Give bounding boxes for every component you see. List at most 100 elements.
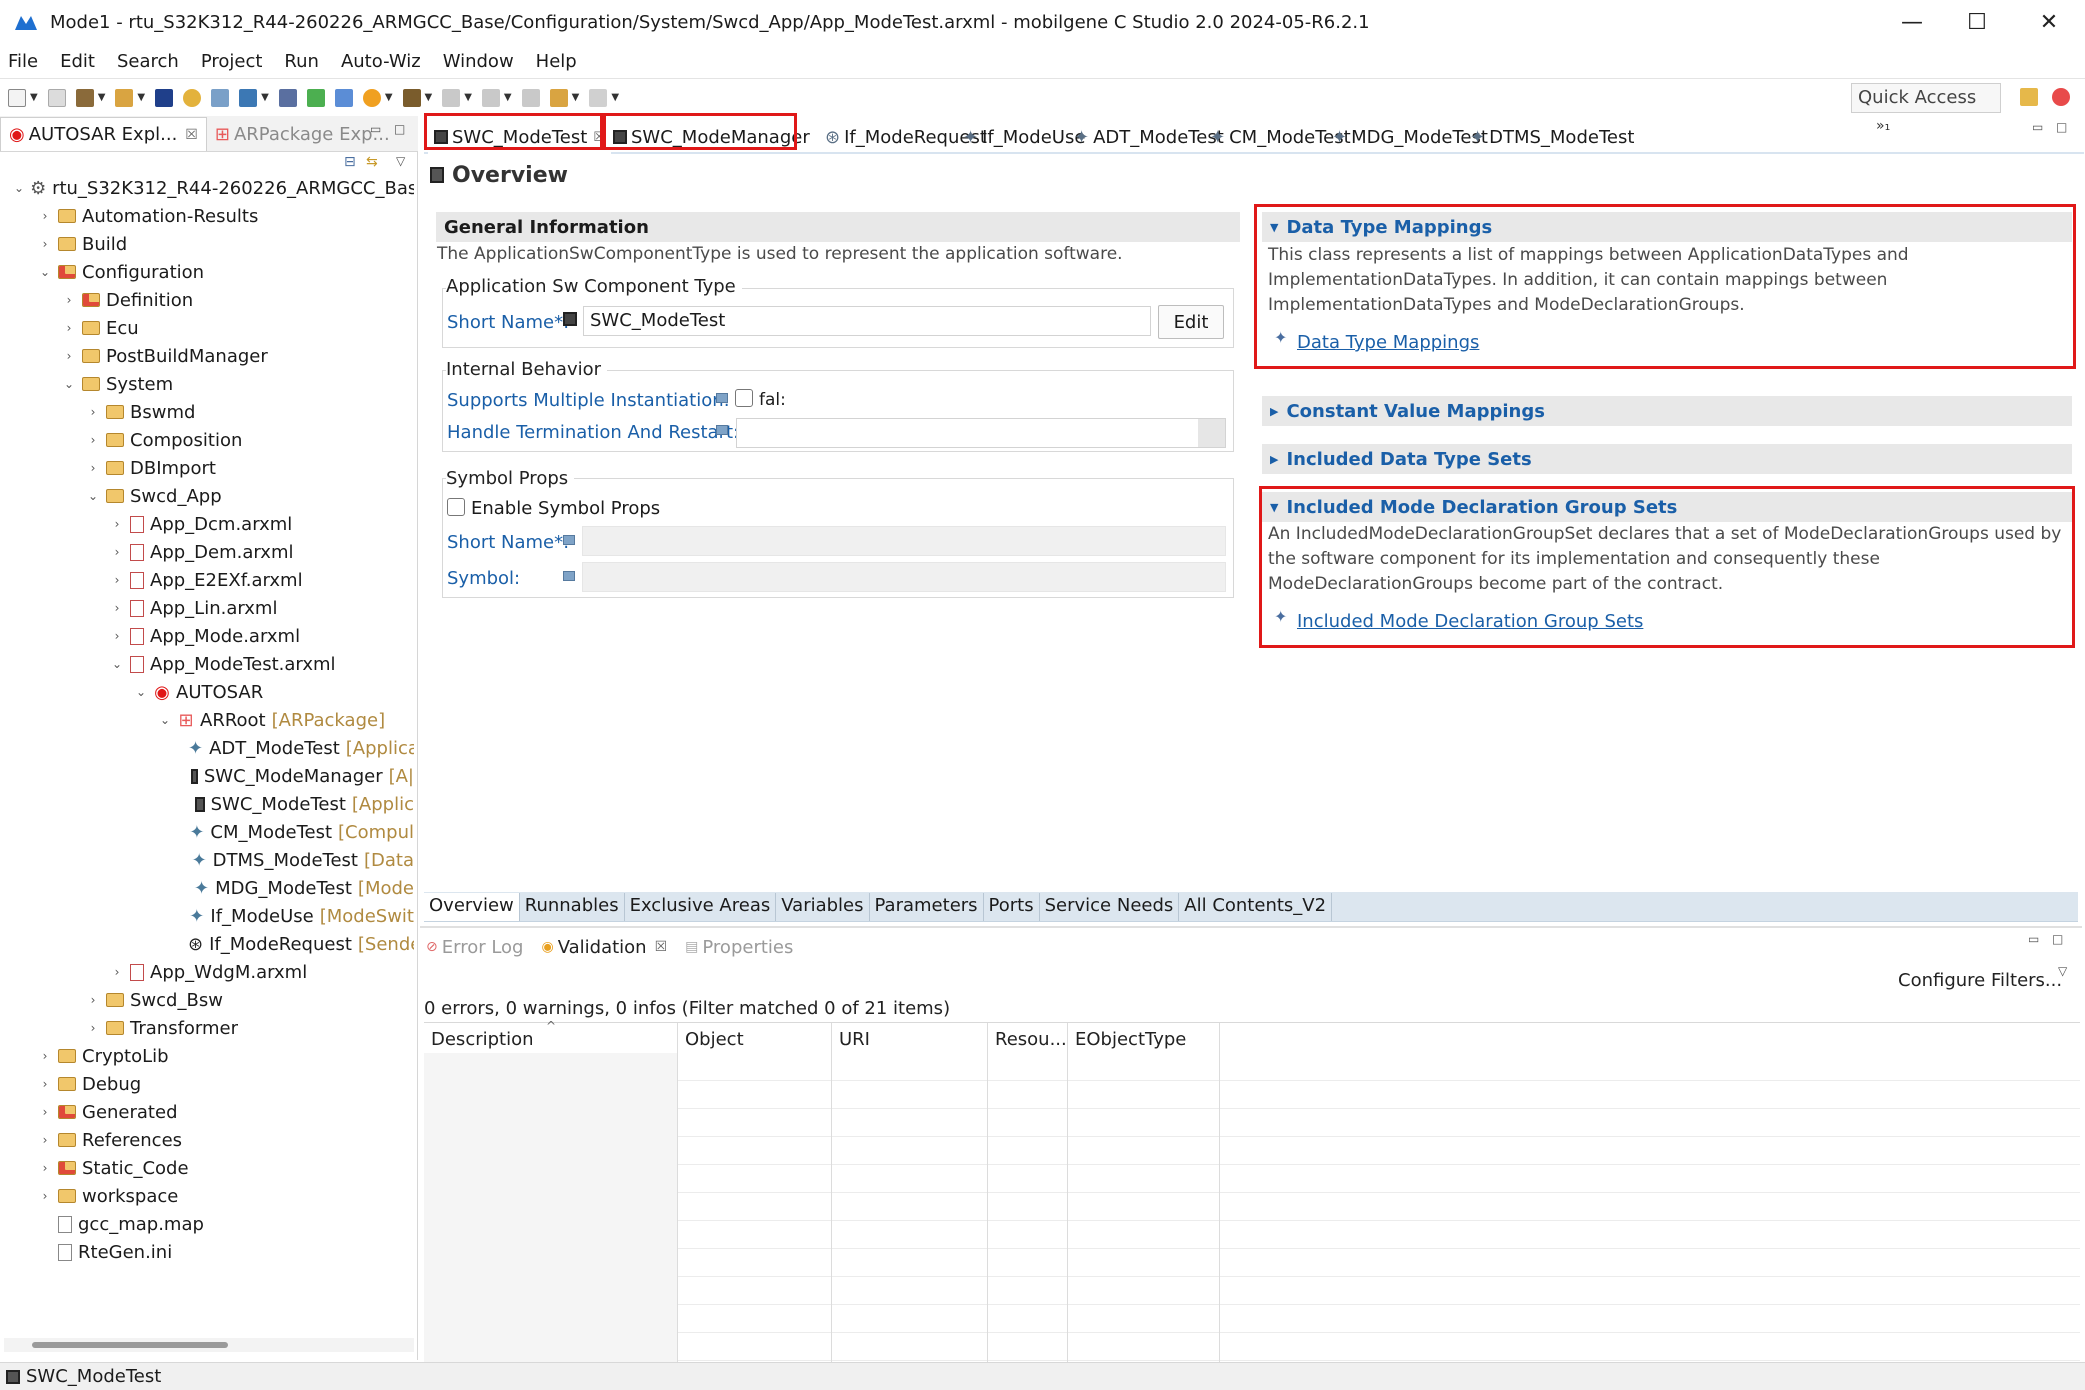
page-tab-parameters[interactable]: Parameters: [870, 893, 984, 921]
collapse-arrow-icon[interactable]: ⌄: [110, 657, 124, 671]
page-tab-exclusive-areas[interactable]: Exclusive Areas: [625, 893, 777, 921]
build-icon[interactable]: [75, 88, 94, 107]
perspective-icon[interactable]: [2020, 88, 2038, 106]
tree-item[interactable]: › Generated: [38, 1098, 178, 1126]
run-dropdown-icon[interactable]: ▼: [385, 92, 393, 103]
tree-item[interactable]: › App_E2EXf.arxml: [110, 566, 303, 594]
configure-filters-button[interactable]: Configure Filters...: [1898, 970, 2062, 991]
tree-item[interactable]: › App_Lin.arxml: [110, 594, 278, 622]
tree-item[interactable]: ⌄ App_ModeTest.arxml: [110, 650, 336, 678]
generate-icon[interactable]: [211, 88, 230, 107]
menu-help[interactable]: Help: [536, 51, 577, 72]
editor-tab-dtms-modetest[interactable]: ✦ DTMS_ModeTest: [1464, 120, 1640, 154]
tree-item[interactable]: › Bswmd: [86, 398, 196, 426]
tree-item[interactable]: RteGen.ini: [38, 1238, 172, 1266]
tree-item[interactable]: › Composition: [86, 426, 243, 454]
view-menu-icon[interactable]: ▽: [2058, 964, 2067, 978]
dropdown-button[interactable]: [1198, 419, 1225, 447]
next-annotation-icon[interactable]: [442, 88, 461, 107]
autosar-perspective-icon[interactable]: [2052, 88, 2070, 106]
tree-item[interactable]: ⌄ ⚙ rtu_S32K312_R44-260226_ARMGCC_Base: [14, 174, 414, 202]
close-tab-icon[interactable]: ☒: [655, 939, 668, 955]
page-tab-variables[interactable]: Variables: [776, 893, 870, 921]
expand-arrow-icon[interactable]: ›: [110, 517, 124, 531]
panel-maximize-icon[interactable]: □: [2052, 932, 2063, 946]
edit-button[interactable]: Edit: [1158, 305, 1224, 339]
collapse-arrow-icon[interactable]: ⌄: [62, 377, 76, 391]
collapse-arrow-icon[interactable]: ⌄: [158, 713, 172, 727]
collapse-arrow-icon[interactable]: ⌄: [134, 685, 148, 699]
tree-item[interactable]: ⌄ Swcd_App: [86, 482, 222, 510]
column-header-resou[interactable]: Resou...: [995, 1029, 1067, 1050]
expand-arrow-icon[interactable]: ›: [86, 433, 100, 447]
tree-item[interactable]: › workspace: [38, 1182, 179, 1210]
expand-arrow-icon[interactable]: ›: [86, 1021, 100, 1035]
expand-arrow-icon[interactable]: ›: [110, 629, 124, 643]
tree-item[interactable]: ⌄ ◉ AUTOSAR: [134, 678, 263, 706]
back-dropdown-icon[interactable]: ▼: [572, 92, 580, 103]
tree-item[interactable]: ✦ ADT_ModeTest [Applica: [182, 734, 414, 762]
build-dropdown-icon[interactable]: ▼: [98, 92, 106, 103]
forward-icon[interactable]: [589, 88, 608, 107]
tree-item[interactable]: › PostBuildManager: [62, 342, 268, 370]
tree-item[interactable]: › App_Dcm.arxml: [110, 510, 293, 538]
short-name-input[interactable]: SWC_ModeTest: [583, 306, 1151, 336]
minimize-button[interactable]: —: [1877, 0, 1947, 44]
minimize-view-icon[interactable]: ▭: [370, 122, 381, 136]
back-icon[interactable]: [549, 88, 568, 107]
prev-annotation-dropdown-icon[interactable]: ▼: [504, 92, 512, 103]
data-type-mappings-header[interactable]: ▼ Data Type Mappings: [1262, 212, 2072, 242]
expand-arrow-icon[interactable]: ›: [86, 993, 100, 1007]
horizontal-scrollbar[interactable]: [4, 1338, 414, 1352]
link-with-editor-icon[interactable]: ⇆: [366, 154, 378, 170]
new-icon[interactable]: [8, 88, 26, 107]
save-icon[interactable]: [47, 88, 66, 107]
included-mode-declaration-group-sets-header[interactable]: ▼ Included Mode Declaration Group Sets: [1262, 492, 2072, 522]
page-tab-all-contents-v2[interactable]: All Contents_V2: [1179, 893, 1333, 921]
menu-edit[interactable]: Edit: [60, 51, 95, 72]
expand-arrow-icon[interactable]: ›: [38, 1133, 52, 1147]
tree-item[interactable]: SWC_ModeManager [A|: [182, 762, 414, 790]
tree-item[interactable]: › App_Mode.arxml: [110, 622, 300, 650]
tab-validation[interactable]: ◉ Validation ☒: [541, 937, 667, 958]
tree-item[interactable]: ⊛If_ModeRequest[Sende: [182, 930, 414, 958]
tree-item[interactable]: › Transformer: [86, 1014, 238, 1042]
expand-arrow-icon[interactable]: ›: [110, 965, 124, 979]
symbol-short-name-input[interactable]: [582, 526, 1226, 556]
tree-item[interactable]: ✦ If_ModeUse [ModeSwit: [182, 902, 414, 930]
expand-arrow-icon[interactable]: ›: [62, 321, 76, 335]
tree-item[interactable]: ✦ CM_ModeTest [Compul: [182, 818, 414, 846]
more-tabs-icon[interactable]: »₁: [1876, 118, 1890, 134]
expand-arrow-icon[interactable]: ›: [110, 601, 124, 615]
column-header-eobjecttype[interactable]: EObjectType: [1075, 1029, 1186, 1050]
editor-tab-swc-modetest[interactable]: SWC_ModeTest ☒: [428, 120, 611, 154]
column-header-description[interactable]: Description: [431, 1029, 534, 1050]
tree-item[interactable]: gcc_map.map: [38, 1210, 204, 1238]
run-icon[interactable]: [362, 88, 381, 107]
expand-arrow-icon[interactable]: ›: [38, 1049, 52, 1063]
import-icon[interactable]: [239, 88, 258, 107]
tree-item[interactable]: SWC_ModeTest [Applic: [182, 790, 414, 818]
constant-value-mappings-header[interactable]: ▶ Constant Value Mappings: [1262, 396, 2072, 426]
included-data-type-sets-header[interactable]: ▶ Included Data Type Sets: [1262, 444, 2072, 474]
maximize-view-icon[interactable]: □: [394, 122, 405, 136]
collapse-all-icon[interactable]: ⊟: [344, 154, 356, 170]
quick-access-input[interactable]: Quick Access: [1851, 83, 2001, 113]
compare-icon[interactable]: [278, 88, 297, 107]
tree-item[interactable]: › Build: [38, 230, 128, 258]
page-tab-overview[interactable]: Overview: [424, 893, 520, 921]
close-button[interactable]: ✕: [2014, 0, 2084, 44]
scrollbar-thumb[interactable]: [32, 1342, 228, 1348]
menu-auto-wiz[interactable]: Auto-Wiz: [341, 51, 421, 72]
tree-item[interactable]: › App_WdgM.arxml: [110, 958, 308, 986]
page-tab-ports[interactable]: Ports: [984, 893, 1040, 921]
tab-error-log[interactable]: ⊘ Error Log: [426, 937, 523, 958]
next-annotation-dropdown-icon[interactable]: ▼: [464, 92, 472, 103]
close-tab-icon[interactable]: ☒: [185, 127, 198, 143]
link-dropdown-icon[interactable]: ▼: [425, 92, 433, 103]
editor-maximize-icon[interactable]: □: [2056, 120, 2067, 134]
import-dropdown-icon[interactable]: ▼: [261, 92, 269, 103]
included-mode-declaration-group-sets-link[interactable]: Included Mode Declaration Group Sets: [1297, 611, 1643, 632]
expand-arrow-icon[interactable]: ›: [110, 573, 124, 587]
last-edit-icon[interactable]: [521, 88, 540, 107]
